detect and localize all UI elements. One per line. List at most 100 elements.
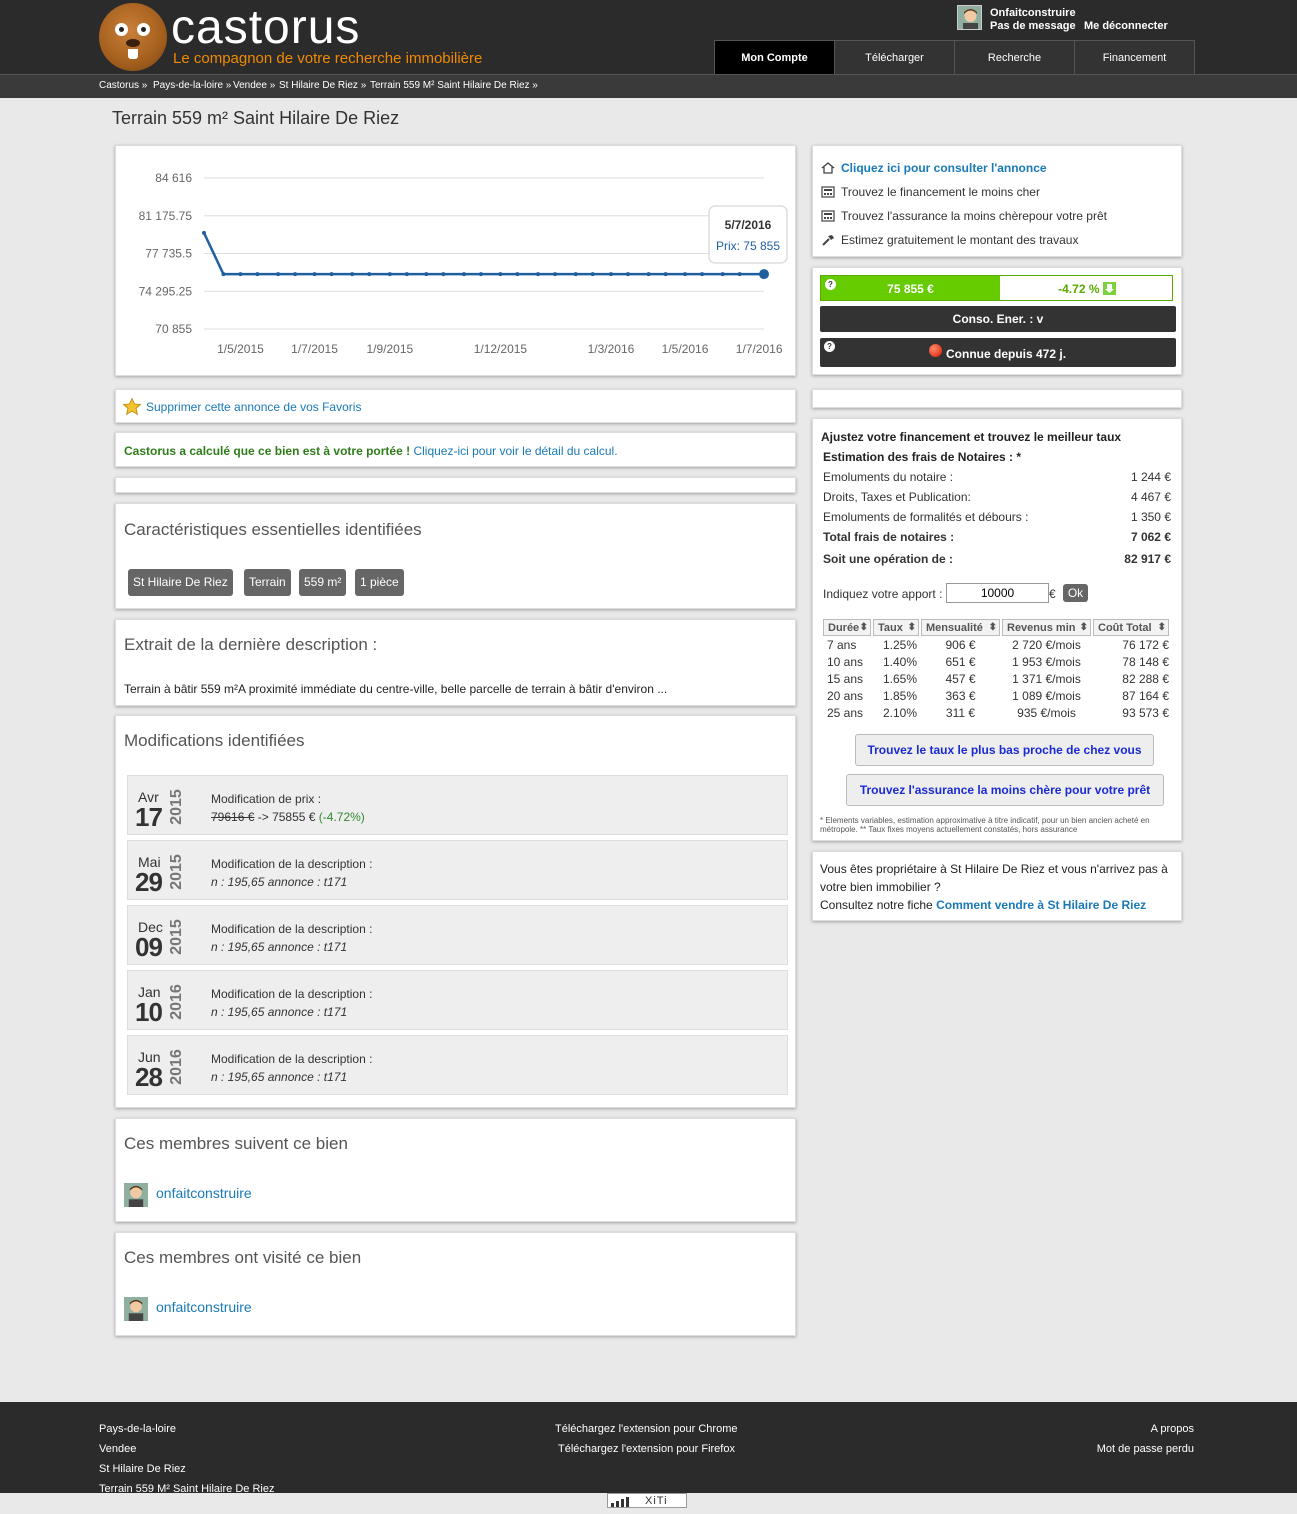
find-rate-button[interactable]: Trouvez le taux le plus bas proche de ch… [855,734,1154,766]
tooltip-date: 5/7/2016 [725,218,772,232]
data-point[interactable] [553,272,558,277]
footer-link[interactable]: Vendee [99,1443,136,1455]
data-point[interactable] [478,272,483,277]
rate-cell: 457 € [945,671,976,686]
sort-icon[interactable]: ⬍ [1080,622,1088,633]
data-point[interactable] [573,272,578,277]
beaver-logo-icon[interactable] [99,3,167,71]
footer-link[interactable]: St Hilaire De Riez [99,1463,186,1475]
empty-card [812,389,1182,408]
nav-financement[interactable]: Financement [1074,40,1195,74]
xiti-badge[interactable]: XiTi [607,1493,687,1508]
col-taux[interactable]: Taux ⬍ [873,619,919,636]
member-avatar[interactable] [124,1183,148,1207]
logout-link[interactable]: Me déconnecter [1084,20,1168,32]
data-point[interactable] [461,272,466,277]
data-point[interactable] [590,272,595,277]
data-point[interactable] [367,272,372,277]
chrome-extension-link[interactable]: Téléchargez l'extension pour Chrome [555,1423,737,1435]
annonce-row[interactable]: Cliquez ici pour consulter l'annonce [821,159,1047,177]
financement-row[interactable]: Trouvez le financement le moins cher [821,183,1040,201]
breadcrumb-item[interactable]: St Hilaire De Riez » [279,80,366,91]
sort-icon[interactable]: ⬍ [908,622,916,633]
data-point[interactable] [404,272,409,277]
data-point[interactable] [255,272,260,277]
user-avatar[interactable] [957,5,982,30]
data-point[interactable] [625,272,630,277]
data-point[interactable] [329,272,334,277]
data-point[interactable] [759,269,769,280]
data-point[interactable] [498,272,503,277]
breadcrumb-item[interactable]: Vendee » [233,80,275,91]
assurance-link[interactable]: Trouvez l'assurance la moins chèrepour v… [841,209,1107,223]
breadcrumb-item[interactable]: Castorus » [99,80,147,91]
data-point[interactable] [536,272,541,277]
data-point[interactable] [424,272,429,277]
tag-rooms[interactable]: 1 pièce [355,569,404,596]
user-name[interactable]: Onfaitconstruire [990,7,1076,19]
ok-button[interactable]: Ok [1063,584,1088,602]
star-icon[interactable] [123,398,141,415]
breadcrumb-item[interactable]: Pays-de-la-loire » [153,80,231,91]
messages-link[interactable]: Pas de message [990,20,1076,32]
data-point[interactable] [276,272,281,277]
financement-link[interactable]: Trouvez le financement le moins cher [841,185,1040,199]
data-point[interactable] [720,272,725,277]
fee-label: Emoluments de formalités et débours : [823,510,1029,524]
sort-icon[interactable]: ⬍ [989,622,997,633]
data-point[interactable] [202,230,206,235]
data-point[interactable] [350,272,355,277]
tag-surface[interactable]: 559 m² [299,569,347,596]
nav-mon-compte[interactable]: Mon Compte [714,40,835,74]
data-point[interactable] [663,272,668,277]
mod-year: 2015 [168,789,185,825]
rate-cell: 906 € [945,637,976,652]
data-point[interactable] [683,272,688,277]
data-point[interactable] [608,272,613,277]
logo-text[interactable]: castorus [171,2,360,54]
data-point[interactable] [646,272,651,277]
rate-cell: 935 €/mois [1017,705,1076,720]
breadcrumb-item[interactable]: Terrain 559 M² Saint Hilaire De Riez » [370,80,538,91]
affordability-detail-link[interactable]: Cliquez-ici pour voir le détail du calcu… [413,444,617,458]
data-point[interactable] [441,272,446,277]
consult-annonce-link[interactable]: Cliquez ici pour consulter l'annonce [841,161,1047,175]
remove-favorite-link[interactable]: Supprimer cette annonce de vos Favoris [146,400,361,414]
about-link[interactable]: A propos [1151,1423,1194,1435]
data-point[interactable] [700,272,705,277]
footer-link[interactable]: Pays-de-la-loire [99,1423,176,1435]
data-point[interactable] [221,272,226,277]
sell-guide-link[interactable]: Comment vendre à St Hilaire De Riez [936,898,1146,912]
sort-icon[interactable]: ⬍ [1158,622,1166,633]
mod-old-price: 79616 € [211,810,255,824]
help-icon[interactable]: ? [824,341,835,352]
data-point[interactable] [293,272,298,277]
member-avatar[interactable] [124,1297,148,1321]
member-link[interactable]: onfaitconstruire [156,1299,252,1315]
member-link[interactable]: onfaitconstruire [156,1185,252,1201]
data-point[interactable] [387,272,392,277]
find-insurance-button[interactable]: Trouvez l'assurance la moins chère pour … [846,774,1164,806]
firefox-extension-link[interactable]: Téléchargez l'extension pour Firefox [558,1443,735,1455]
footer-link[interactable]: Terrain 559 M² Saint Hilaire De Riez [99,1483,274,1495]
nav-recherche[interactable]: Recherche [954,40,1075,74]
data-point[interactable] [737,272,742,277]
data-point[interactable] [515,272,520,277]
logo-tagline: Le compagnon de votre recherche immobili… [173,50,483,67]
assurance-row[interactable]: Trouvez l'assurance la moins chèrepour v… [821,207,1107,225]
apport-input[interactable] [946,583,1049,603]
col-revenus[interactable]: Revenus min ⬍ [1002,619,1091,636]
col-cout[interactable]: Coût Total ⬍ [1093,619,1169,636]
col-mensualite[interactable]: Mensualité ⬍ [921,619,1000,636]
mod-year: 2015 [168,919,185,955]
tag-city[interactable]: St Hilaire De Riez [128,569,233,596]
tag-type[interactable]: Terrain [244,569,291,596]
lost-password-link[interactable]: Mot de passe perdu [1097,1443,1194,1455]
nav-telecharger[interactable]: Télécharger [834,40,955,74]
data-point[interactable] [312,272,317,277]
travaux-row[interactable]: Estimez gratuitement le montant des trav… [821,231,1078,249]
data-point[interactable] [238,272,243,277]
sort-icon[interactable]: ⬍ [860,622,868,633]
travaux-link[interactable]: Estimez gratuitement le montant des trav… [841,233,1078,247]
col-duree[interactable]: Durée ⬍ [823,619,871,636]
